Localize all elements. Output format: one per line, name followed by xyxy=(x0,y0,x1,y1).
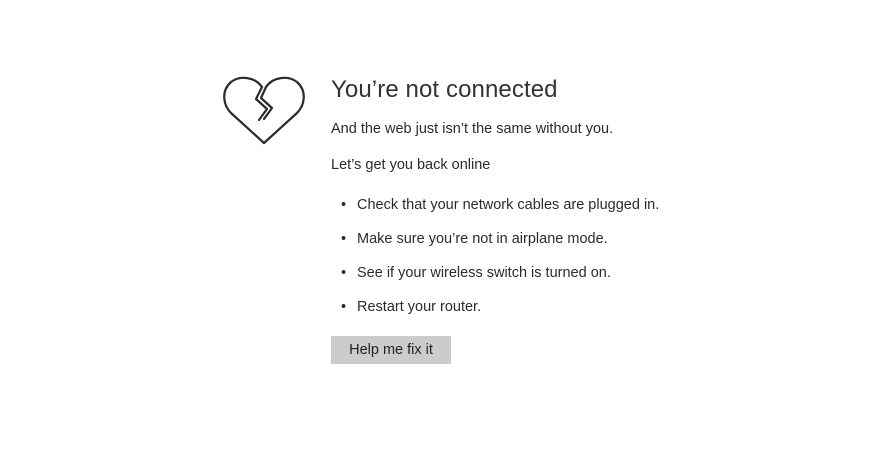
list-item: • Make sure you’re not in airplane mode. xyxy=(331,230,851,248)
list-item: • Restart your router. xyxy=(331,298,851,316)
bullet: • xyxy=(341,231,347,247)
tip-text: Check that your network cables are plugg… xyxy=(357,197,660,213)
list-item: • See if your wireless switch is turned … xyxy=(331,264,851,282)
tip-text: See if your wireless switch is turned on… xyxy=(357,265,611,281)
bullet: • xyxy=(341,299,347,315)
tip-text: Make sure you’re not in airplane mode. xyxy=(357,231,608,247)
help-lead-text: Let’s get you back online xyxy=(331,157,491,173)
help-me-fix-it-button[interactable]: Help me fix it xyxy=(331,336,451,364)
page-title: You’re not connected xyxy=(331,76,558,103)
tip-text: Restart your router. xyxy=(357,299,482,315)
error-panel: You’re not connected And the web just is… xyxy=(331,75,851,364)
bullet: • xyxy=(341,197,347,213)
list-item: • Check that your network cables are plu… xyxy=(331,196,851,214)
troubleshooting-list: • Check that your network cables are plu… xyxy=(331,196,851,316)
broken-heart-icon xyxy=(222,74,306,146)
error-subtitle: And the web just isn’t the same without … xyxy=(331,121,614,137)
bullet: • xyxy=(341,265,347,281)
